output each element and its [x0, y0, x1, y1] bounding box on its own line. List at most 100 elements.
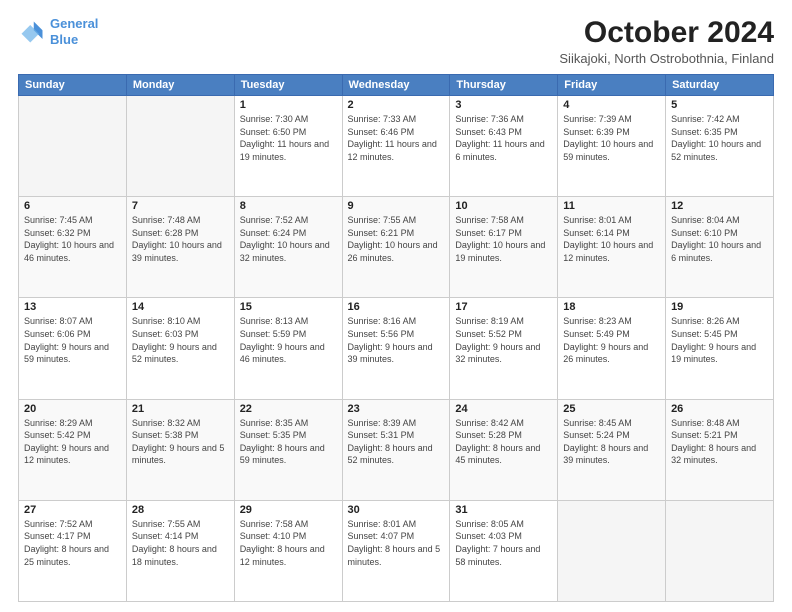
- table-row: 15Sunrise: 8:13 AM Sunset: 5:59 PM Dayli…: [234, 298, 342, 399]
- table-row: [666, 500, 774, 601]
- day-detail: Sunrise: 8:19 AM Sunset: 5:52 PM Dayligh…: [455, 315, 552, 365]
- day-number: 26: [671, 403, 768, 415]
- table-row: 14 Sunrise: 8:10 AM Sunset: 6:03 PM Dayli…: [126, 298, 234, 399]
- week-row-4: 20Sunrise: 8:29 AM Sunset: 5:42 PM Dayli…: [19, 399, 774, 500]
- day-number: 9: [348, 200, 445, 212]
- table-row: 13Sunrise: 8:07 AM Sunset: 6:06 PM Dayli…: [19, 298, 127, 399]
- day-number: 15: [240, 301, 337, 313]
- calendar-table: Sunday Monday Tuesday Wednesday Thursday…: [18, 74, 774, 602]
- table-row: [19, 96, 127, 197]
- day-number: 22: [240, 403, 337, 415]
- day-number: 8: [240, 200, 337, 212]
- table-row: 12Sunrise: 8:04 AM Sunset: 6:10 PM Dayli…: [666, 197, 774, 298]
- table-row: 21 Sunrise: 8:32 AM Sunset: 5:38 PM Dayli…: [126, 399, 234, 500]
- col-wednesday: Wednesday: [342, 75, 450, 96]
- day-number: 12: [671, 200, 768, 212]
- day-detail: Sunrise: 7:52 AM Sunset: 6:24 PM Dayligh…: [240, 214, 337, 264]
- day-detail: Sunrise: 8:35 AM Sunset: 5:35 PM Dayligh…: [240, 417, 337, 467]
- subtitle: Siikajoki, North Ostrobothnia, Finland: [559, 51, 774, 66]
- day-detail: Sunrise: 8:07 AM Sunset: 6:06 PM Dayligh…: [24, 315, 121, 365]
- day-detail: Sunrise: 8:01 AM Sunset: 6:14 PM Dayligh…: [563, 214, 660, 264]
- day-number: 19: [671, 301, 768, 313]
- day-detail: Sunrise: 7:58 AM Sunset: 4:10 PM Dayligh…: [240, 518, 337, 568]
- day-detail: Sunrise: 7:30 AM Sunset: 6:50 PM Dayligh…: [240, 113, 337, 163]
- day-number: 21: [132, 403, 229, 415]
- day-detail: Sunrise: 8:32 AM Sunset: 5:38 PM Dayligh…: [132, 417, 229, 467]
- day-detail: Sunrise: 8:01 AM Sunset: 4:07 PM Dayligh…: [348, 518, 445, 568]
- day-number: 1: [240, 99, 337, 111]
- day-detail: Sunrise: 7:45 AM Sunset: 6:32 PM Dayligh…: [24, 214, 121, 264]
- day-number: 23: [348, 403, 445, 415]
- day-number: 10: [455, 200, 552, 212]
- day-number: 29: [240, 504, 337, 516]
- day-number: 18: [563, 301, 660, 313]
- day-number: 17: [455, 301, 552, 313]
- table-row: 2 Sunrise: 7:33 AM Sunset: 6:46 PM Daylig…: [342, 96, 450, 197]
- day-detail: Sunrise: 8:05 AM Sunset: 4:03 PM Dayligh…: [455, 518, 552, 568]
- day-number: 2: [348, 99, 445, 111]
- table-row: 20Sunrise: 8:29 AM Sunset: 5:42 PM Dayli…: [19, 399, 127, 500]
- table-row: 25 Sunrise: 8:45 AM Sunset: 5:24 PM Dayli…: [558, 399, 666, 500]
- table-row: 23 Sunrise: 8:39 AM Sunset: 5:31 PM Dayli…: [342, 399, 450, 500]
- week-row-2: 6 Sunrise: 7:45 AM Sunset: 6:32 PM Daylig…: [19, 197, 774, 298]
- day-number: 27: [24, 504, 121, 516]
- col-friday: Friday: [558, 75, 666, 96]
- day-detail: Sunrise: 7:36 AM Sunset: 6:43 PM Dayligh…: [455, 113, 552, 163]
- col-monday: Monday: [126, 75, 234, 96]
- calendar-header-row: Sunday Monday Tuesday Wednesday Thursday…: [19, 75, 774, 96]
- day-detail: Sunrise: 8:26 AM Sunset: 5:45 PM Dayligh…: [671, 315, 768, 365]
- table-row: 16Sunrise: 8:16 AM Sunset: 5:56 PM Dayli…: [342, 298, 450, 399]
- day-number: 25: [563, 403, 660, 415]
- day-detail: Sunrise: 7:52 AM Sunset: 4:17 PM Dayligh…: [24, 518, 121, 568]
- day-detail: Sunrise: 7:48 AM Sunset: 6:28 PM Dayligh…: [132, 214, 229, 264]
- table-row: 26 Sunrise: 8:48 AM Sunset: 5:21 PM Dayli…: [666, 399, 774, 500]
- day-detail: Sunrise: 8:23 AM Sunset: 5:49 PM Dayligh…: [563, 315, 660, 365]
- table-row: 17 Sunrise: 8:19 AM Sunset: 5:52 PM Dayli…: [450, 298, 558, 399]
- table-row: 1 Sunrise: 7:30 AM Sunset: 6:50 PM Daylig…: [234, 96, 342, 197]
- day-detail: Sunrise: 7:55 AM Sunset: 6:21 PM Dayligh…: [348, 214, 445, 264]
- logo: General Blue: [18, 16, 98, 47]
- table-row: 5Sunrise: 7:42 AM Sunset: 6:35 PM Daylig…: [666, 96, 774, 197]
- day-number: 24: [455, 403, 552, 415]
- table-row: 27 Sunrise: 7:52 AM Sunset: 4:17 PM Dayli…: [19, 500, 127, 601]
- day-number: 20: [24, 403, 121, 415]
- table-row: 6 Sunrise: 7:45 AM Sunset: 6:32 PM Daylig…: [19, 197, 127, 298]
- col-tuesday: Tuesday: [234, 75, 342, 96]
- page: General Blue October 2024 Siikajoki, Nor…: [0, 0, 792, 612]
- table-row: 18 Sunrise: 8:23 AM Sunset: 5:49 PM Dayli…: [558, 298, 666, 399]
- table-row: 4Sunrise: 7:39 AM Sunset: 6:39 PM Daylig…: [558, 96, 666, 197]
- col-saturday: Saturday: [666, 75, 774, 96]
- main-title: October 2024: [559, 16, 774, 49]
- header: General Blue October 2024 Siikajoki, Nor…: [18, 16, 774, 66]
- day-number: 11: [563, 200, 660, 212]
- day-detail: Sunrise: 7:55 AM Sunset: 4:14 PM Dayligh…: [132, 518, 229, 568]
- day-detail: Sunrise: 8:10 AM Sunset: 6:03 PM Dayligh…: [132, 315, 229, 365]
- day-number: 6: [24, 200, 121, 212]
- day-detail: Sunrise: 8:39 AM Sunset: 5:31 PM Dayligh…: [348, 417, 445, 467]
- logo-line1: General: [50, 16, 98, 31]
- logo-text: General Blue: [50, 16, 98, 47]
- table-row: 11 Sunrise: 8:01 AM Sunset: 6:14 PM Dayli…: [558, 197, 666, 298]
- week-row-3: 13Sunrise: 8:07 AM Sunset: 6:06 PM Dayli…: [19, 298, 774, 399]
- table-row: 29 Sunrise: 7:58 AM Sunset: 4:10 PM Dayli…: [234, 500, 342, 601]
- day-number: 28: [132, 504, 229, 516]
- day-number: 30: [348, 504, 445, 516]
- day-number: 14: [132, 301, 229, 313]
- table-row: 30 Sunrise: 8:01 AM Sunset: 4:07 PM Dayli…: [342, 500, 450, 601]
- day-detail: Sunrise: 8:16 AM Sunset: 5:56 PM Dayligh…: [348, 315, 445, 365]
- day-detail: Sunrise: 8:42 AM Sunset: 5:28 PM Dayligh…: [455, 417, 552, 467]
- day-number: 3: [455, 99, 552, 111]
- day-detail: Sunrise: 7:33 AM Sunset: 6:46 PM Dayligh…: [348, 113, 445, 163]
- table-row: [126, 96, 234, 197]
- logo-icon: [18, 18, 46, 46]
- logo-line2: Blue: [50, 32, 78, 47]
- table-row: 19 Sunrise: 8:26 AM Sunset: 5:45 PM Dayli…: [666, 298, 774, 399]
- day-detail: Sunrise: 8:45 AM Sunset: 5:24 PM Dayligh…: [563, 417, 660, 467]
- col-thursday: Thursday: [450, 75, 558, 96]
- table-row: 3 Sunrise: 7:36 AM Sunset: 6:43 PM Daylig…: [450, 96, 558, 197]
- day-detail: Sunrise: 7:39 AM Sunset: 6:39 PM Dayligh…: [563, 113, 660, 163]
- table-row: [558, 500, 666, 601]
- day-detail: Sunrise: 8:48 AM Sunset: 5:21 PM Dayligh…: [671, 417, 768, 467]
- day-number: 31: [455, 504, 552, 516]
- table-row: 22 Sunrise: 8:35 AM Sunset: 5:35 PM Dayli…: [234, 399, 342, 500]
